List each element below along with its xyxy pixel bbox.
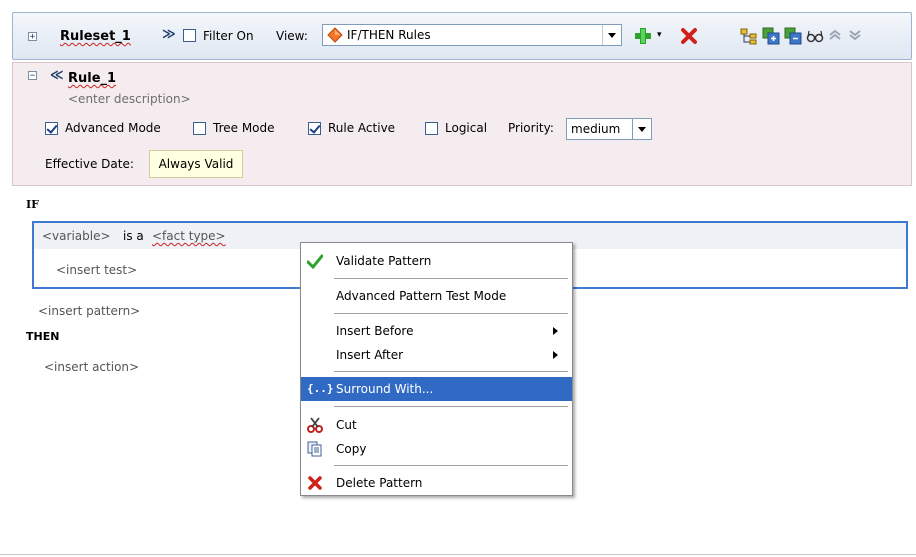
advanced-mode-label: Advanced Mode: [65, 121, 161, 135]
menu-separator: [334, 278, 568, 279]
chevron-down-icon[interactable]: [848, 29, 862, 41]
pattern-fact-type[interactable]: <fact type>: [152, 229, 226, 243]
menu-item-label: Surround With...: [336, 382, 434, 396]
ruleset-name[interactable]: Ruleset_1: [60, 29, 131, 44]
filter-label: Filter On: [203, 29, 254, 43]
rule-collapse-icon[interactable]: −: [28, 71, 37, 81]
menu-item-surround-with[interactable]: {..} Surround With...: [301, 377, 572, 401]
insert-pattern[interactable]: <insert pattern>: [38, 304, 140, 318]
pattern-is-a: is a: [123, 229, 144, 243]
collapse-chevrons-icon[interactable]: ≫: [162, 27, 176, 42]
logical-label: Logical: [445, 121, 488, 135]
menu-item-label: Delete Pattern: [336, 476, 423, 490]
add-dropdown-arrow-icon[interactable]: ▾: [657, 30, 662, 40]
if-label: IF: [26, 198, 39, 211]
priority-select[interactable]: medium: [566, 118, 652, 140]
view-value: IF/THEN Rules: [347, 28, 431, 42]
bottom-divider: [0, 554, 916, 555]
menu-item-cut[interactable]: Cut: [301, 413, 572, 437]
menu-item-insert-before[interactable]: Insert Before: [301, 319, 572, 343]
glasses-icon[interactable]: [806, 28, 824, 44]
copy-icon: [307, 441, 322, 457]
plus-icon[interactable]: [634, 27, 652, 45]
logical-checkbox[interactable]: [425, 122, 438, 135]
advanced-mode-checkbox[interactable]: [45, 122, 58, 135]
insert-action[interactable]: <insert action>: [44, 360, 139, 374]
tree-mode-label: Tree Mode: [213, 121, 275, 135]
menu-item-label: Cut: [336, 418, 357, 432]
tree-mode-checkbox[interactable]: [193, 122, 206, 135]
menu-item-label: Copy: [336, 442, 367, 456]
rule-active-checkbox[interactable]: [308, 122, 321, 135]
ruleset-expand-icon[interactable]: +: [28, 32, 37, 42]
then-label: THEN: [26, 330, 60, 343]
menu-item-copy[interactable]: Copy: [301, 437, 572, 461]
menu-separator: [334, 465, 568, 466]
rule-active-label: Rule Active: [328, 121, 396, 135]
submenu-arrow-icon: [553, 351, 558, 359]
tree-icon[interactable]: [740, 27, 758, 45]
menu-item-label: Validate Pattern: [336, 254, 432, 268]
priority-label: Priority:: [508, 121, 554, 135]
scissors-icon: [307, 417, 323, 433]
rule-chevron-up-icon[interactable]: ≪: [50, 68, 64, 83]
menu-item-label: Insert After: [336, 348, 404, 362]
view-label: View:: [276, 29, 308, 43]
rule-description-input[interactable]: <enter description>: [68, 92, 191, 106]
effective-date-field[interactable]: Always Valid: [149, 150, 243, 178]
submenu-arrow-icon: [553, 327, 558, 335]
checkmark-icon: [307, 254, 323, 269]
diamond-icon: [327, 27, 343, 43]
pattern-variable[interactable]: <variable>: [42, 229, 111, 243]
filter-checkbox[interactable]: [183, 29, 196, 42]
priority-value: medium: [571, 122, 621, 136]
chevron-up-icon[interactable]: [828, 29, 842, 41]
chevron-down-icon[interactable]: [602, 25, 621, 45]
menu-item-insert-after[interactable]: Insert After: [301, 343, 572, 367]
red-x-icon[interactable]: [680, 27, 698, 45]
menu-item-label: Advanced Pattern Test Mode: [336, 289, 507, 303]
menu-item-delete-pattern[interactable]: Delete Pattern: [301, 471, 572, 495]
menu-separator: [334, 406, 568, 407]
menu-item-label: Insert Before: [336, 324, 414, 338]
rule-name[interactable]: Rule_1: [68, 71, 116, 86]
chevron-down-icon[interactable]: [632, 119, 651, 139]
menu-separator: [334, 313, 568, 314]
menu-separator: [334, 371, 568, 372]
red-x-icon: [308, 476, 322, 490]
context-menu: Validate Pattern Advanced Pattern Test M…: [300, 242, 573, 496]
expand-all-icon[interactable]: [762, 27, 780, 45]
view-select[interactable]: IF/THEN Rules: [322, 24, 622, 46]
menu-item-validate-pattern[interactable]: Validate Pattern: [301, 249, 572, 273]
effective-date-label: Effective Date:: [45, 157, 134, 171]
collapse-all-icon[interactable]: [784, 27, 802, 45]
insert-test[interactable]: <insert test>: [56, 263, 137, 277]
menu-item-advanced-pattern-test-mode[interactable]: Advanced Pattern Test Mode: [301, 284, 572, 308]
braces-icon: {..}: [307, 382, 334, 395]
